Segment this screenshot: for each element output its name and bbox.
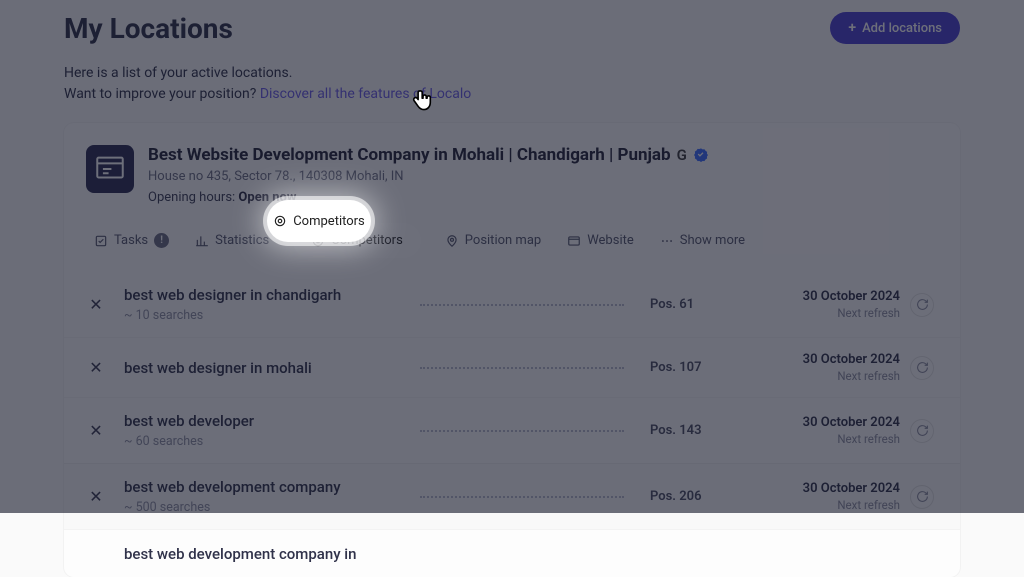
tasks-alert-badge: !: [154, 233, 169, 248]
keyword-searches: ~ 10 searches: [124, 308, 394, 323]
tab-statistics[interactable]: Statistics: [193, 227, 271, 254]
remove-keyword-button[interactable]: ✕: [86, 295, 106, 314]
refresh-icon[interactable]: [910, 293, 934, 317]
window-icon: [567, 234, 581, 248]
refresh-icon[interactable]: [910, 356, 934, 380]
keyword-row: ✕ best web developer ~ 60 searches Pos. …: [64, 397, 960, 463]
dots-icon: [660, 234, 674, 248]
map-pin-icon: [445, 234, 459, 248]
location-card: Best Website Development Company in Moha…: [64, 123, 960, 577]
location-title: Best Website Development Company in Moha…: [148, 145, 671, 165]
keyword-text: best web designer in chandigarh: [124, 286, 394, 304]
refresh-icon[interactable]: [910, 485, 934, 509]
keyword-row: ✕ best web development company ~ 500 sea…: [64, 463, 960, 529]
keyword-row: ✕ best web designer in chandigarh ~ 10 s…: [64, 272, 960, 337]
keyword-date: 30 October 2024: [803, 352, 900, 367]
keyword-position: Pos. 61: [650, 297, 730, 312]
google-badge-icon: G: [677, 146, 687, 164]
next-refresh-label: Next refresh: [803, 369, 900, 383]
tab-position-map-label: Position map: [465, 233, 541, 248]
subheading-line1: Here is a list of your active locations.: [64, 63, 960, 84]
location-address: House no 435, Sector 78., 140308 Mohali,…: [148, 169, 709, 184]
tab-statistics-label: Statistics: [215, 233, 269, 248]
keyword-date: 30 October 2024: [803, 481, 900, 496]
keyword-position: Pos. 107: [650, 360, 730, 375]
verified-badge-icon: [693, 147, 709, 163]
tab-tasks[interactable]: Tasks !: [92, 227, 171, 254]
keyword-searches: ~ 60 searches: [124, 434, 394, 449]
keyword-row: ✕ best web designer in mohali Pos. 107 3…: [64, 337, 960, 397]
tab-show-more-label: Show more: [680, 233, 745, 248]
subheading: Here is a list of your active locations.…: [64, 63, 960, 105]
opening-hours-label: Opening hours:: [148, 190, 238, 205]
keyword-position: Pos. 143: [650, 423, 730, 438]
bar-chart-icon: [195, 234, 209, 248]
add-locations-label: Add locations: [862, 21, 942, 36]
tab-position-map[interactable]: Position map: [443, 227, 543, 254]
keyword-text: best web development company: [124, 478, 394, 496]
open-now-status: Open now: [238, 190, 296, 205]
remove-keyword-button[interactable]: ✕: [86, 487, 106, 506]
discover-link[interactable]: Discover all the features of Localo: [260, 86, 471, 102]
keyword-text: best web development company in: [124, 545, 394, 563]
remove-keyword-button[interactable]: ✕: [86, 358, 106, 377]
add-locations-button[interactable]: + Add locations: [830, 12, 960, 44]
keyword-row: ✕ best web development company in: [64, 529, 960, 577]
tab-tasks-label: Tasks: [114, 233, 148, 248]
location-thumbnail: [86, 145, 134, 193]
keyword-text: best web developer: [124, 412, 394, 430]
refresh-icon[interactable]: [910, 419, 934, 443]
keyword-date: 30 October 2024: [803, 415, 900, 430]
row-divider: [420, 496, 624, 498]
row-divider: [420, 367, 624, 369]
next-refresh-label: Next refresh: [803, 306, 900, 320]
plus-icon: +: [848, 20, 856, 36]
checklist-icon: [94, 234, 108, 248]
row-divider: [420, 430, 624, 432]
remove-keyword-button[interactable]: ✕: [86, 421, 106, 440]
keyword-text: best web designer in mohali: [124, 359, 394, 377]
next-refresh-label: Next refresh: [803, 432, 900, 446]
subheading-line2-prefix: Want to improve your position?: [64, 86, 260, 102]
tab-competitors-label: Competitors: [331, 233, 403, 248]
row-divider: [420, 304, 624, 306]
target-icon: [311, 234, 325, 248]
tab-show-more[interactable]: Show more: [658, 227, 747, 254]
next-refresh-label: Next refresh: [803, 498, 900, 512]
page-title: My Locations: [64, 12, 233, 45]
keyword-list: ✕ best web designer in chandigarh ~ 10 s…: [64, 272, 960, 577]
tab-competitors[interactable]: Competitors: [293, 223, 421, 258]
tab-website-label: Website: [587, 233, 634, 248]
tabs: Tasks ! Statistics Competitors Position: [64, 205, 960, 272]
tab-website[interactable]: Website: [565, 227, 636, 254]
keyword-date: 30 October 2024: [803, 289, 900, 304]
keyword-position: Pos. 206: [650, 489, 730, 504]
